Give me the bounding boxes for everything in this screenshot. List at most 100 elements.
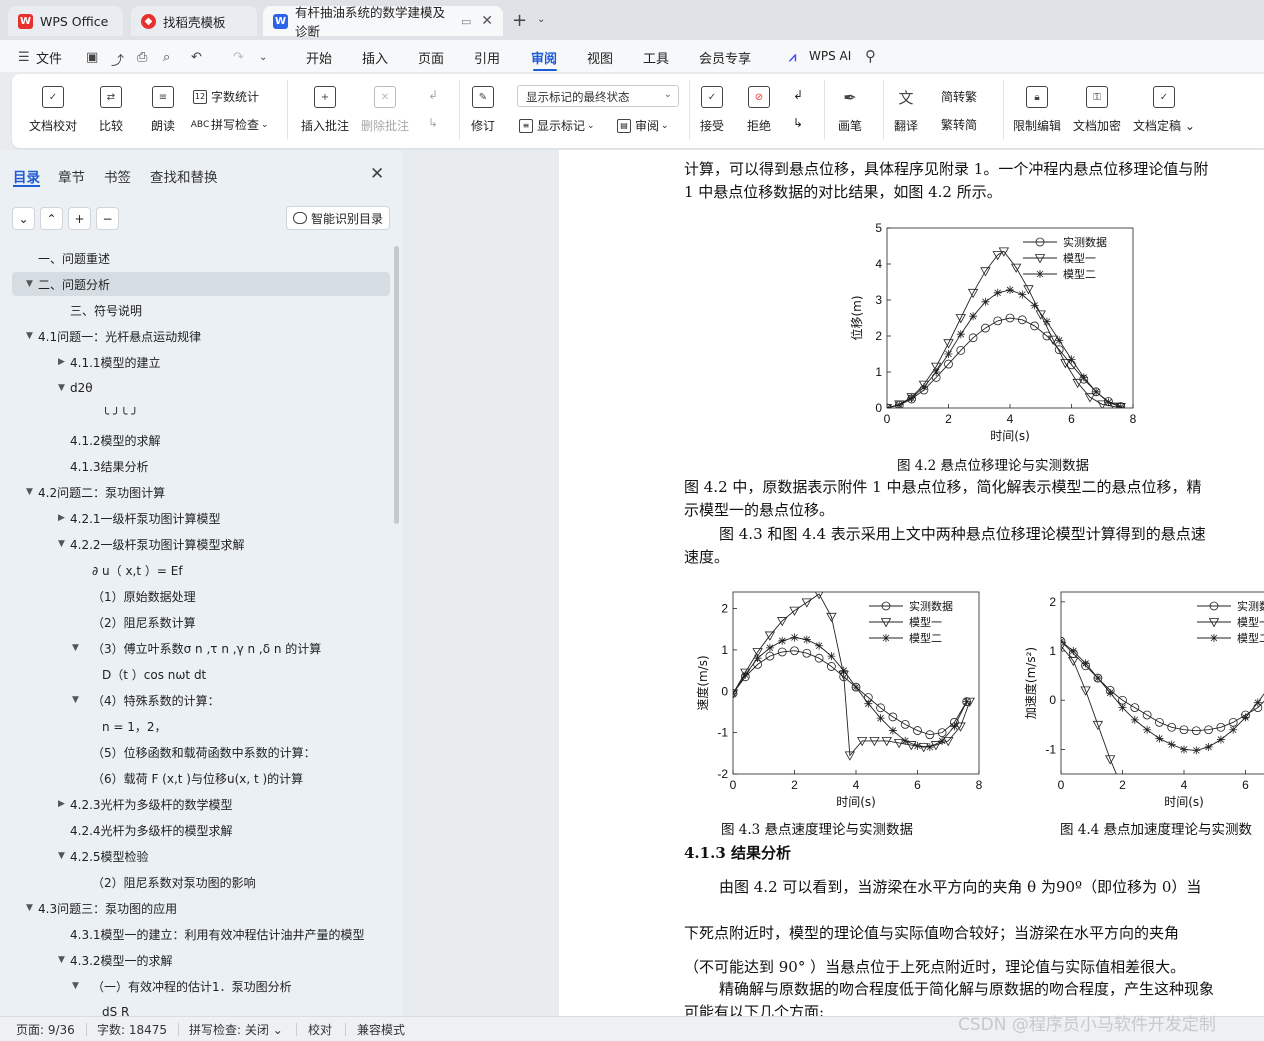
menu-wps-ai[interactable]: WPS AI <box>809 49 851 63</box>
show-markup-button[interactable]: ≡ 显示标记 ⌄ <box>519 117 595 134</box>
markup-state-select[interactable]: 显示标记的最终状态 ⌄ <box>517 85 679 107</box>
hamburger-menu-icon[interactable]: ☰ <box>18 50 30 65</box>
caret-down-icon[interactable]: ▼ <box>72 643 79 653</box>
tab-toc[interactable]: 目录 <box>13 166 40 186</box>
translate-button[interactable]: 文 翻译 <box>894 86 918 134</box>
toc-item[interactable]: （2）阻尼系数对泵功图的影响 <box>12 870 390 894</box>
caret-down-icon[interactable]: ▼ <box>58 539 65 549</box>
toc-item[interactable]: ╰ ╯╰ ╯ <box>12 402 390 426</box>
collapse-up-button[interactable]: ⌃ <box>40 207 63 230</box>
remove-heading-button[interactable]: − <box>96 207 119 230</box>
delete-comment-button[interactable]: ✕ 删除批注 <box>361 86 409 134</box>
next-comment-button[interactable]: ↳ <box>428 116 438 130</box>
caret-down-icon[interactable]: ▼ <box>58 851 65 861</box>
restrict-editing-button[interactable]: 🔒︎ 限制编辑 <box>1013 86 1061 134</box>
menu-insert[interactable]: 插入 <box>362 48 388 67</box>
accept-button[interactable]: ✓ 接受 <box>700 86 724 134</box>
menu-references[interactable]: 引用 <box>474 48 500 67</box>
toc-item[interactable]: ▼ （3）傅立叶系数σ n ,τ n ,γ n ,δ n 的计算 <box>12 636 390 660</box>
smart-toc-button[interactable]: 智能识别目录 <box>286 206 390 230</box>
next-change-button[interactable]: ↳ <box>793 116 803 130</box>
toc-item[interactable]: ▼ 4.2.5模型检验 <box>12 844 390 868</box>
track-changes-button[interactable]: ✎ 修订 <box>471 86 495 134</box>
print-preview-icon[interactable]: ⌕ <box>163 50 170 65</box>
caret-down-icon[interactable]: ▼ <box>58 383 65 393</box>
redo-icon[interactable]: ↷ <box>233 50 244 65</box>
toc-item[interactable]: n = 1，2， <box>12 714 390 738</box>
toc-item[interactable]: （6）载荷 F (x,t )与位移u(x, t )的计算 <box>12 766 390 790</box>
toc-item[interactable]: ▶ 4.2.1一级杆泵功图计算模型 <box>12 506 390 530</box>
word-count-indicator[interactable]: 字数: 18475 <box>97 1021 167 1038</box>
review-pane-button[interactable]: ▤ 审阅 ⌄ <box>617 117 669 134</box>
spell-check-status[interactable]: 拼写检查: 关闭 ⌄ <box>189 1021 283 1038</box>
menu-tools[interactable]: 工具 <box>643 48 669 67</box>
toc-item[interactable]: ∂ u（ x,t ）= Ef <box>12 558 390 582</box>
new-tab-icon[interactable]: + <box>512 10 527 31</box>
caret-down-icon[interactable]: ▼ <box>26 487 33 497</box>
toc-item[interactable]: D（t ）cos nωt dt <box>12 662 390 686</box>
toc-item[interactable]: ▶ 4.2.3光杆为多级杆的数学模型 <box>12 792 390 816</box>
caret-right-icon[interactable]: ▶ <box>58 357 65 367</box>
toc-item[interactable]: ▼ 二、问题分析 <box>12 272 390 296</box>
encrypt-document-button[interactable]: ⚿ 文档加密 <box>1073 86 1121 134</box>
tab-wps-office[interactable]: W WPS Office <box>8 6 123 36</box>
pane-scrollbar[interactable] <box>394 246 399 524</box>
previous-change-button[interactable]: ↲ <box>793 88 803 102</box>
toc-item[interactable]: 一、问题重述 <box>12 246 390 270</box>
caret-down-icon[interactable]: ▼ <box>26 279 33 289</box>
reject-button[interactable]: ⊘ 拒绝 <box>747 86 771 134</box>
close-icon[interactable]: ✕ <box>370 164 384 184</box>
menu-view[interactable]: 视图 <box>587 48 613 67</box>
toc-item[interactable]: 4.3.1模型一的建立：利用有效冲程估计油井产量的模型 <box>12 922 390 946</box>
toc-item[interactable]: ▼ （4）特殊系数的计算： <box>12 688 390 712</box>
tab-docer-templates[interactable]: ◆ 找稻壳模板 <box>131 6 257 36</box>
wps-ai-icon[interactable]: ⩘ <box>789 50 796 65</box>
chevron-down-icon[interactable]: ⌄ <box>537 14 545 25</box>
compare-button[interactable]: ⇄ 比较 <box>99 86 123 134</box>
undo-icon[interactable]: ↶ <box>191 50 202 65</box>
toc-item[interactable]: ▼ 4.1问题一：光杆悬点运动规律 <box>12 324 390 348</box>
toc-item[interactable]: ▼ d2θ <box>12 376 390 400</box>
pen-button[interactable]: ✒ 画笔 <box>838 86 862 134</box>
menu-page[interactable]: 页面 <box>418 48 444 67</box>
caret-down-icon[interactable]: ▼ <box>72 981 79 991</box>
toc-item[interactable]: 4.2.4光杆为多级杆的模型求解 <box>12 818 390 842</box>
caret-down-icon[interactable]: ▼ <box>72 695 79 705</box>
traditional-to-simplified-button[interactable]: 繁转简 <box>941 116 977 133</box>
add-heading-button[interactable]: + <box>68 207 91 230</box>
search-icon[interactable]: ⚲ <box>865 47 876 65</box>
menu-file[interactable]: 文件 <box>36 48 62 67</box>
toc-item[interactable]: （2）阻尼系数计算 <box>12 610 390 634</box>
toc-item[interactable]: ▼ 4.3.2模型一的求解 <box>12 948 390 972</box>
expand-down-button[interactable]: ⌄ <box>12 207 35 230</box>
quick-access-dropdown-icon[interactable]: ⌄ <box>259 52 267 63</box>
menu-home[interactable]: 开始 <box>306 48 332 67</box>
export-icon[interactable]: ⤴ <box>111 50 124 69</box>
tab-current-document[interactable]: W 有杆抽油系统的数学建模及诊断 ▭ ✕ <box>263 5 503 39</box>
tab-bookmarks[interactable]: 书签 <box>104 166 131 186</box>
tab-chapters[interactable]: 章节 <box>58 166 85 186</box>
toc-item[interactable]: （5）位移函数和载荷函数中系数的计算： <box>12 740 390 764</box>
spell-check-button[interactable]: ABC 拼写检查 ⌄ <box>191 116 269 133</box>
toc-item[interactable]: 4.1.3结果分析 <box>12 454 390 478</box>
toc-item[interactable]: ▼ 4.2问题二：泵功图计算 <box>12 480 390 504</box>
doc-check-button[interactable]: ✓ 文档校对 <box>29 86 77 134</box>
proofread-status[interactable]: 校对 <box>308 1021 332 1038</box>
word-count-button[interactable]: 12 字数统计 <box>193 88 259 105</box>
simplified-to-traditional-button[interactable]: 简转繁 <box>941 88 977 105</box>
caret-down-icon[interactable]: ▼ <box>58 955 65 965</box>
menu-review[interactable]: 审阅 <box>531 48 557 67</box>
caret-down-icon[interactable]: ▼ <box>26 331 33 341</box>
page-indicator[interactable]: 页面: 9/36 <box>16 1021 75 1038</box>
toc-item[interactable]: ▼ （一）有效冲程的估计1．泵功图分析 <box>12 974 390 998</box>
save-icon[interactable]: ▣ <box>86 50 98 65</box>
insert-comment-button[interactable]: + 插入批注 <box>301 86 349 134</box>
document-page[interactable]: 计算，可以得到悬点位移，具体程序见附录 1。一个冲程内悬点位移理论值与附 1 中… <box>559 150 1264 1016</box>
finalize-document-button[interactable]: ✓ 文档定稿 ⌄ <box>1133 86 1195 134</box>
caret-right-icon[interactable]: ▶ <box>58 799 65 809</box>
print-icon[interactable]: ⎙ <box>137 50 147 65</box>
caret-down-icon[interactable]: ▼ <box>26 903 33 913</box>
tab-find-replace[interactable]: 查找和替换 <box>150 166 218 186</box>
toc-item[interactable]: ▼ 4.2.2一级杆泵功图计算模型求解 <box>12 532 390 556</box>
toc-item[interactable]: ▶ 4.1.1模型的建立 <box>12 350 390 374</box>
